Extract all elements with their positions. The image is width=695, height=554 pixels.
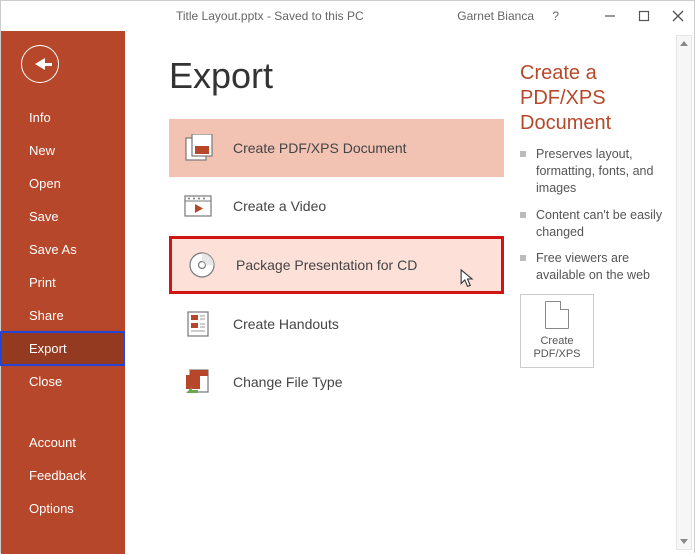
bullet-icon (520, 255, 526, 261)
export-option-label: Package Presentation for CD (236, 257, 417, 273)
export-option-label: Create Handouts (233, 316, 339, 332)
export-option-video[interactable]: Create a Video (169, 177, 504, 235)
info-bullet: Free viewers are available on the web (536, 250, 664, 284)
info-panel-title: Create a PDF/XPS Document (520, 61, 664, 136)
change-type-icon (183, 366, 215, 398)
maximize-button[interactable] (638, 10, 650, 22)
sidebar-item-options[interactable]: Options (1, 492, 125, 525)
help-button[interactable]: ? (552, 9, 559, 23)
file-icon (545, 301, 569, 329)
sidebar-item-new[interactable]: New (1, 134, 125, 167)
info-panel: Create a PDF/XPS Document Preserves layo… (520, 51, 670, 554)
back-button[interactable] (21, 45, 59, 83)
video-icon (183, 190, 215, 222)
sidebar-item-open[interactable]: Open (1, 167, 125, 200)
sidebar-item-feedback[interactable]: Feedback (1, 459, 125, 492)
close-button[interactable] (672, 10, 684, 22)
sidebar-item-account[interactable]: Account (1, 426, 125, 459)
scroll-down-icon[interactable] (680, 539, 688, 544)
info-bullet: Content can't be easily changed (536, 207, 664, 241)
user-name: Garnet Bianca (457, 9, 534, 23)
cursor-icon (460, 269, 475, 294)
create-pdf-xps-button[interactable]: Create PDF/XPS (520, 294, 594, 368)
vertical-scrollbar[interactable] (676, 35, 692, 550)
export-option-package-cd[interactable]: Package Presentation for CD (169, 236, 504, 294)
bullet-icon (520, 212, 526, 218)
sidebar-item-info[interactable]: Info (1, 101, 125, 134)
back-arrow-icon (35, 58, 45, 70)
info-bullet: Preserves layout, formatting, fonts, and… (536, 146, 664, 197)
export-option-label: Change File Type (233, 374, 342, 390)
sidebar-item-export[interactable]: Export (1, 332, 125, 365)
sidebar-item-save-as[interactable]: Save As (1, 233, 125, 266)
sidebar-item-print[interactable]: Print (1, 266, 125, 299)
export-option-change-type[interactable]: Change File Type (169, 353, 504, 411)
handouts-icon (183, 308, 215, 340)
sidebar-item-close[interactable]: Close (1, 365, 125, 398)
export-option-pdf-xps[interactable]: Create PDF/XPS Document (169, 119, 504, 177)
cd-package-icon (186, 249, 218, 281)
sidebar-item-save[interactable]: Save (1, 200, 125, 233)
sidebar-item-share[interactable]: Share (1, 299, 125, 332)
export-option-label: Create PDF/XPS Document (233, 140, 407, 156)
bullet-icon (520, 151, 526, 157)
backstage-sidebar: Info New Open Save Save As Print Share E… (1, 31, 125, 554)
file-title: Title Layout.pptx - Saved to this PC (176, 9, 364, 23)
export-option-label: Create a Video (233, 198, 326, 214)
minimize-button[interactable] (604, 10, 616, 22)
scroll-up-icon[interactable] (680, 41, 688, 46)
create-button-label: Create PDF/XPS (521, 335, 593, 361)
export-option-handouts[interactable]: Create Handouts (169, 295, 504, 353)
page-title: Export (169, 55, 504, 97)
pdf-xps-icon (183, 132, 215, 164)
